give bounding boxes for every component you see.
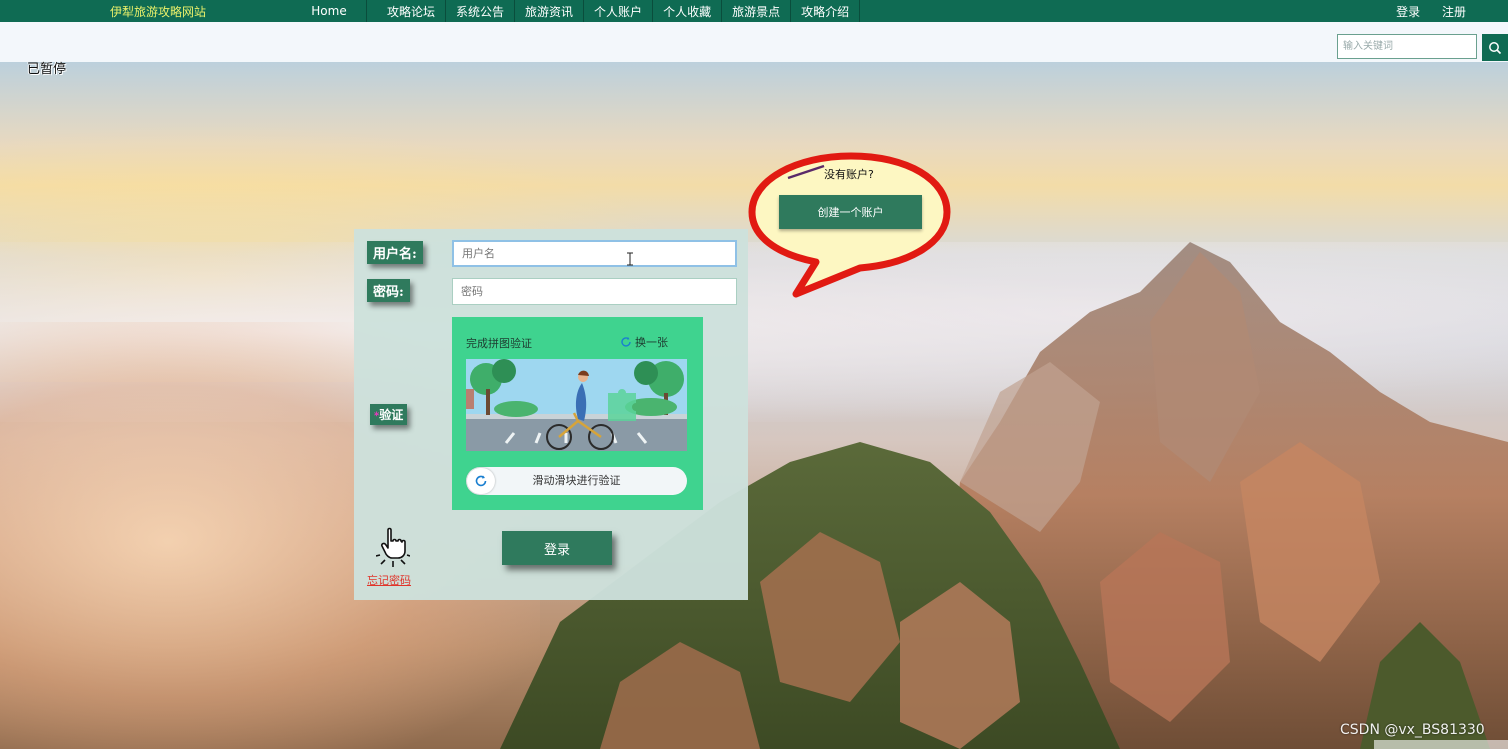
search-input[interactable] (1337, 34, 1477, 59)
username-label: 用户名: (367, 241, 423, 264)
username-field[interactable] (452, 240, 737, 267)
captcha-slider-track[interactable]: 滑动滑块进行验证 (466, 467, 687, 495)
nav-item-announcements[interactable]: 系统公告 (446, 0, 516, 22)
rotate-icon (475, 475, 487, 487)
auth-links: 登录 注册 (1378, 3, 1466, 20)
nav-item-news[interactable]: 旅游资讯 (515, 0, 585, 22)
puzzle-captcha: 完成拼图验证 换一张 滑动滑块进行验证 (452, 317, 703, 510)
site-brand[interactable]: 伊犁旅游攻略网站 (110, 3, 206, 20)
nav-menu: Home 攻略论坛 系统公告 旅游资讯 个人账户 个人收藏 旅游景点 攻略介绍 (292, 0, 861, 22)
pointing-hand-icon[interactable] (376, 527, 410, 569)
register-link[interactable]: 注册 (1442, 5, 1466, 19)
nav-item-forum[interactable]: 攻略论坛 (377, 0, 447, 22)
system-tray-strip (1374, 740, 1508, 749)
login-link[interactable]: 登录 (1396, 5, 1420, 19)
watermark: CSDN @vx_BS81330 (1340, 722, 1485, 738)
captcha-title: 完成拼图验证 (466, 337, 532, 350)
captcha-refresh-button[interactable]: 换一张 (620, 334, 668, 350)
login-button[interactable]: 登录 (502, 531, 612, 565)
nav-item-home[interactable]: Home (292, 0, 367, 22)
search-button[interactable] (1482, 34, 1508, 61)
search-icon (1489, 41, 1502, 54)
search-bar-strip (0, 22, 1508, 62)
slider-handle[interactable] (467, 468, 495, 494)
forgot-password-link[interactable]: 忘记密码 (367, 572, 411, 588)
captcha-puzzle-image (466, 359, 687, 451)
create-account-button[interactable]: 创建一个账户 (779, 195, 922, 229)
slider-instruction: 滑动滑块进行验证 (532, 474, 621, 487)
password-label: 密码: (367, 279, 410, 302)
top-navigation-bar: 伊犁旅游攻略网站 Home 攻略论坛 系统公告 旅游资讯 个人账户 个人收藏 旅… (0, 0, 1508, 22)
verify-label: *验证 (370, 404, 408, 425)
nav-item-guides[interactable]: 攻略介绍 (791, 0, 861, 22)
nav-item-favorites[interactable]: 个人收藏 (653, 0, 723, 22)
nav-item-account[interactable]: 个人账户 (584, 0, 654, 22)
nav-item-attractions[interactable]: 旅游景点 (722, 0, 792, 22)
text-cursor-icon (627, 252, 633, 266)
no-account-prompt: 没有账户? (824, 168, 874, 181)
verify-label-text: 验证 (379, 408, 404, 422)
refresh-icon (621, 337, 631, 347)
video-paused-indicator: 已暂停 (27, 62, 67, 77)
captcha-refresh-label: 换一张 (635, 336, 668, 349)
password-field[interactable] (452, 278, 737, 305)
login-panel: 用户名: 密码: *验证 完成拼图验证 换一张 (354, 229, 748, 600)
